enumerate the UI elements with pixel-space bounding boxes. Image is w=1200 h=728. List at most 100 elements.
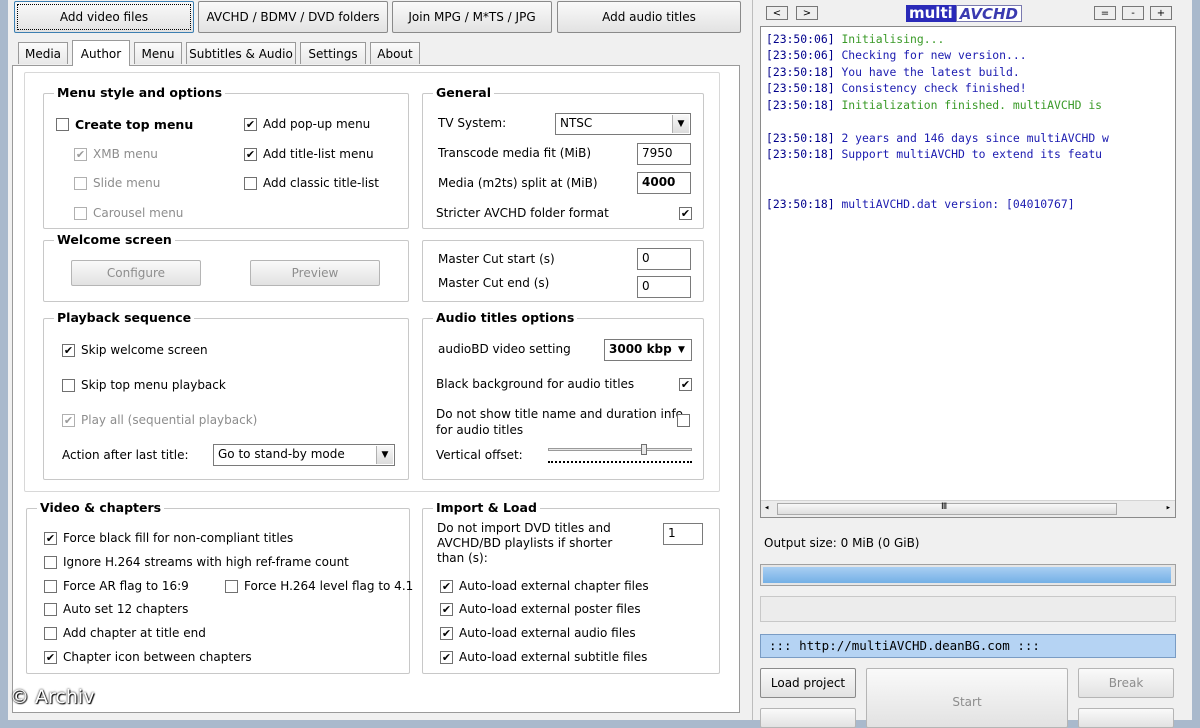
checkbox-box[interactable]: [44, 555, 57, 569]
xmb-menu-checkbox[interactable]: ✔ XMB menu: [74, 147, 158, 161]
chapter-at-end-checkbox[interactable]: Add chapter at title end: [44, 626, 206, 640]
log-line: [23:50:06] Checking for new version...: [766, 48, 1027, 62]
check-icon[interactable]: ✔: [244, 117, 257, 131]
prev-nav-button[interactable]: <: [766, 6, 788, 20]
add-video-files-button[interactable]: Add video files: [14, 1, 194, 33]
add-popup-menu-checkbox[interactable]: ✔ Add pop-up menu: [244, 117, 370, 131]
menu-style-title: Menu style and options: [54, 85, 226, 100]
secondary-button[interactable]: [760, 708, 856, 728]
equals-button[interactable]: =: [1094, 6, 1116, 20]
checkbox-box[interactable]: [225, 579, 238, 593]
force-h264-level-checkbox[interactable]: Force H.264 level flag to 4.1: [225, 579, 413, 593]
tab-subtitles-audio[interactable]: Subtitles & Audio: [186, 42, 296, 64]
start-button[interactable]: Start: [866, 668, 1068, 728]
force-black-fill-checkbox[interactable]: ✔ Force black fill for non-compliant titl…: [44, 531, 293, 545]
check-icon[interactable]: ✔: [244, 147, 257, 161]
log-horizontal-scrollbar[interactable]: ◂ Ⅲ ▸: [761, 500, 1175, 517]
black-background-checkbox[interactable]: Black background for audio titles ✔: [436, 377, 692, 391]
break-button[interactable]: Break: [1078, 668, 1174, 698]
master-cut-start-input[interactable]: 0: [637, 248, 691, 270]
join-mpg-button[interactable]: Join MPG / M*TS / JPG: [392, 1, 552, 33]
ignore-h264-checkbox[interactable]: Ignore H.264 streams with high ref-frame…: [44, 555, 349, 569]
auto-load-audio-checkbox[interactable]: ✔ Auto-load external audio files: [440, 626, 636, 640]
log-output[interactable]: [23:50:06] Initialising... [23:50:06] Ch…: [760, 26, 1176, 518]
master-cut-end-input[interactable]: 0: [637, 276, 691, 298]
check-icon[interactable]: ✔: [440, 626, 453, 640]
master-cut-start-label: Master Cut start (s): [438, 252, 555, 266]
checkbox-box[interactable]: [74, 176, 87, 190]
skip-welcome-checkbox[interactable]: ✔ Skip welcome screen: [62, 343, 208, 357]
add-classic-title-list-checkbox[interactable]: Add classic title-list: [244, 176, 379, 190]
website-link[interactable]: ::: http://multiAVCHD.deanBG.com :::: [760, 634, 1176, 658]
force-ar-label: Force AR flag to 16:9: [63, 579, 189, 593]
checkbox-box[interactable]: [56, 118, 69, 131]
check-icon[interactable]: ✔: [440, 602, 453, 616]
checkbox-box[interactable]: [62, 378, 75, 392]
check-icon[interactable]: ✔: [679, 377, 692, 391]
vertical-offset-slider[interactable]: [546, 444, 694, 466]
transcode-fit-input[interactable]: 7950: [637, 143, 691, 165]
tab-author[interactable]: Author: [72, 40, 130, 66]
checkbox-box[interactable]: [677, 414, 690, 427]
checkbox-box[interactable]: [44, 626, 57, 640]
auto-load-poster-checkbox[interactable]: ✔ Auto-load external poster files: [440, 602, 641, 616]
dropdown-arrow-icon[interactable]: ▼: [376, 446, 393, 464]
auto-chapters-checkbox[interactable]: Auto set 12 chapters: [44, 602, 188, 616]
tab-media[interactable]: Media: [18, 42, 68, 64]
auto-load-subtitle-checkbox[interactable]: ✔ Auto-load external subtitle files: [440, 650, 647, 664]
tab-about[interactable]: About: [370, 42, 420, 64]
skip-top-menu-checkbox[interactable]: Skip top menu playback: [62, 378, 226, 392]
split-at-input[interactable]: 4000: [637, 172, 691, 194]
check-icon[interactable]: ✔: [440, 650, 453, 664]
slider-thumb[interactable]: [641, 444, 647, 455]
preview-button[interactable]: Preview: [250, 260, 380, 286]
tab-menu[interactable]: Menu: [134, 42, 182, 64]
force-black-fill-label: Force black fill for non-compliant title…: [63, 531, 294, 545]
tv-system-select[interactable]: NTSC ▼: [555, 113, 691, 135]
add-audio-titles-button[interactable]: Add audio titles: [557, 1, 741, 33]
configure-button[interactable]: Configure: [71, 260, 201, 286]
tab-settings[interactable]: Settings: [300, 42, 366, 64]
check-icon[interactable]: ✔: [62, 413, 75, 427]
check-icon[interactable]: ✔: [74, 147, 87, 161]
log-line: [23:50:18] Support multiAVCHD to extend …: [766, 147, 1102, 161]
plus-button[interactable]: +: [1150, 6, 1172, 20]
checkbox-box[interactable]: [44, 579, 57, 593]
avchd-folders-button[interactable]: AVCHD / BDMV / DVD folders: [198, 1, 388, 33]
check-icon[interactable]: ✔: [44, 531, 57, 545]
status-box: [760, 596, 1176, 622]
checkbox-box[interactable]: [44, 602, 57, 616]
add-classic-title-list-label: Add classic title-list: [263, 176, 379, 190]
check-icon[interactable]: ✔: [679, 206, 692, 220]
auto-load-chapter-checkbox[interactable]: ✔ Auto-load external chapter files: [440, 579, 649, 593]
checkbox-box[interactable]: [74, 206, 87, 220]
master-cut-end-label: Master Cut end (s): [438, 276, 550, 290]
secondary-button-right[interactable]: [1078, 708, 1174, 728]
scroll-left-icon[interactable]: ◂: [764, 503, 769, 513]
multiavchd-logo: multi AVCHD: [906, 5, 1022, 23]
action-after-last-title-select[interactable]: Go to stand-by mode ▼: [213, 444, 395, 466]
carousel-menu-checkbox[interactable]: Carousel menu: [74, 206, 183, 220]
check-icon[interactable]: ✔: [44, 650, 57, 664]
minus-button[interactable]: -: [1122, 6, 1144, 20]
dont-import-input[interactable]: 1: [663, 523, 703, 545]
slide-menu-checkbox[interactable]: Slide menu: [74, 176, 160, 190]
check-icon[interactable]: ✔: [440, 579, 453, 593]
action-after-last-title-label: Action after last title:: [62, 448, 189, 462]
force-ar-checkbox[interactable]: Force AR flag to 16:9: [44, 579, 189, 593]
slide-menu-label: Slide menu: [93, 176, 161, 190]
audiobd-video-select[interactable]: 3000 kbp ▼: [604, 339, 692, 361]
scroll-right-icon[interactable]: ▸: [1166, 503, 1171, 513]
load-project-button[interactable]: Load project: [760, 668, 856, 698]
add-title-list-menu-checkbox[interactable]: ✔ Add title-list menu: [244, 147, 374, 161]
dropdown-arrow-icon[interactable]: ▼: [673, 341, 690, 359]
checkbox-box[interactable]: [244, 176, 257, 190]
play-all-checkbox[interactable]: ✔ Play all (sequential playback): [62, 413, 257, 427]
stricter-avchd-checkbox[interactable]: Stricter AVCHD folder format ✔: [436, 206, 692, 220]
dropdown-arrow-icon[interactable]: ▼: [672, 115, 689, 133]
chapter-icon-checkbox[interactable]: ✔ Chapter icon between chapters: [44, 650, 252, 664]
create-top-menu-checkbox[interactable]: Create top menu: [56, 117, 193, 132]
no-title-info-checkbox[interactable]: [677, 414, 690, 427]
next-nav-button[interactable]: >: [796, 6, 818, 20]
check-icon[interactable]: ✔: [62, 343, 75, 357]
